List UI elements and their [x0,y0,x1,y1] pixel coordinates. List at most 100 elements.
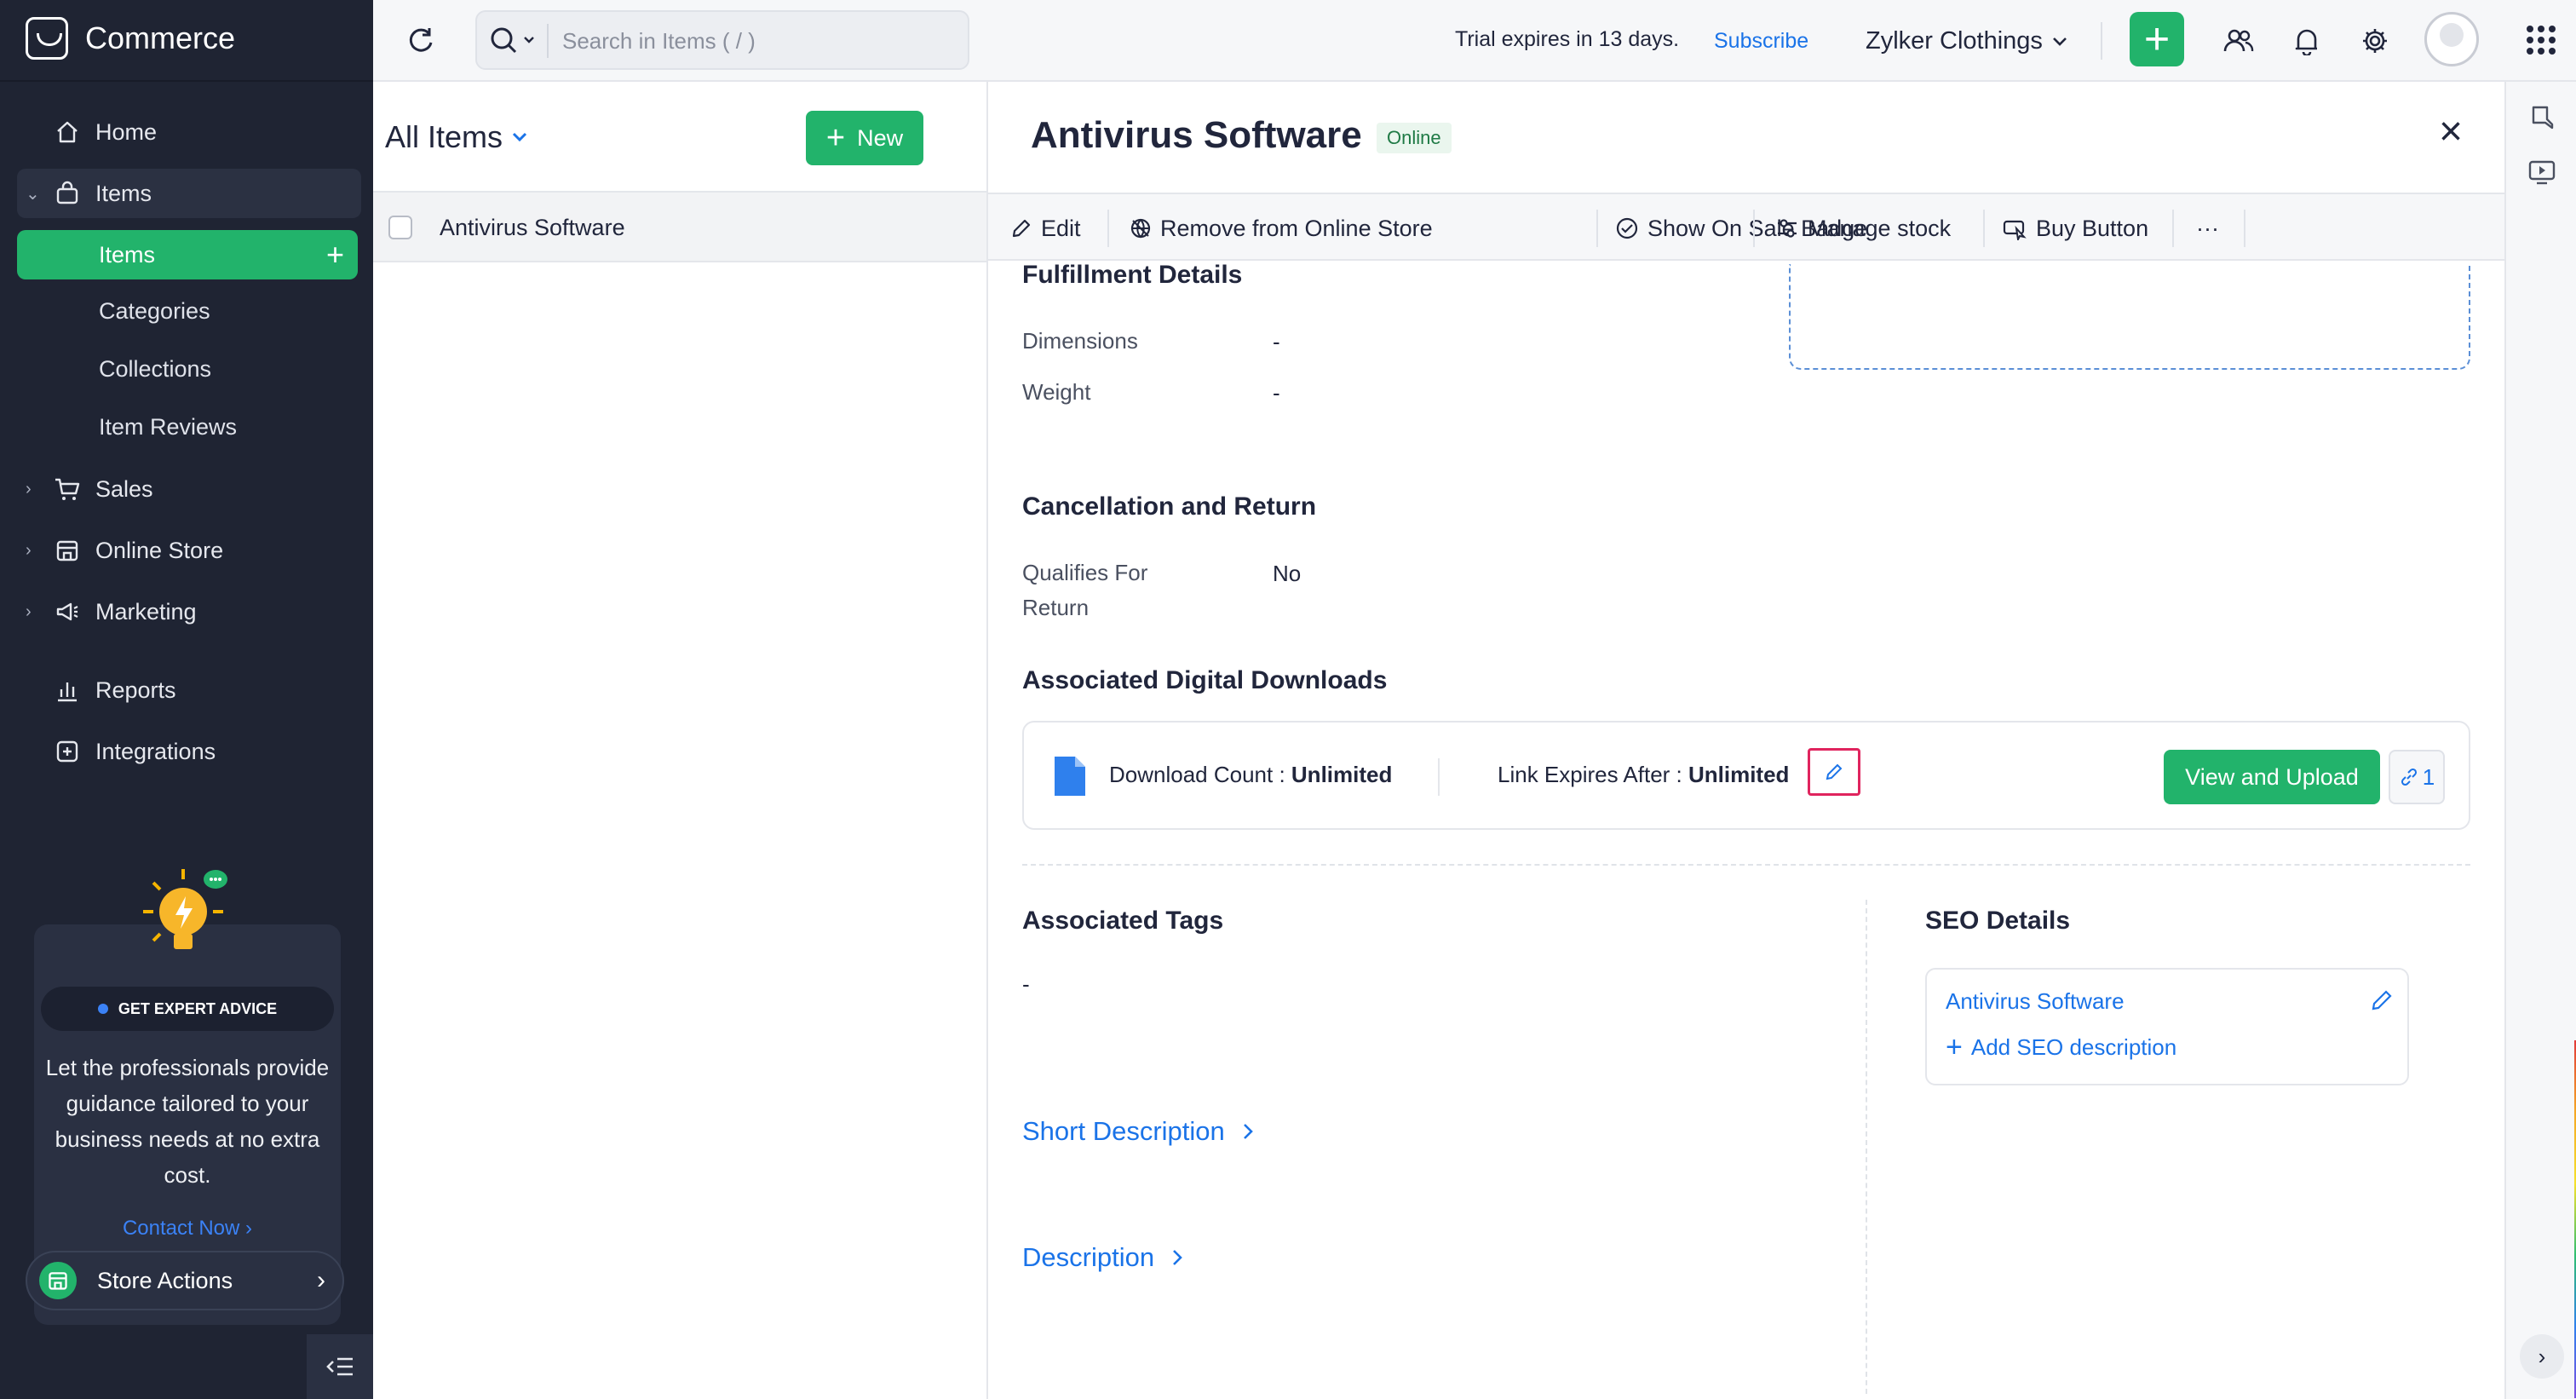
chevron-right-icon [1173,1250,1182,1265]
sidebar-item-label: Collections [99,355,212,382]
view-filter-dropdown[interactable]: All Items [385,119,528,155]
remove-from-online-store-button[interactable]: Remove from Online Store [1130,211,1433,245]
field-value-dimensions: - [1273,329,1280,354]
field-label-dimensions: Dimensions [1022,328,1138,354]
buy-button-button[interactable]: Buy Button [2002,211,2148,245]
sidebar-subitem-item-reviews[interactable]: Item Reviews [17,402,358,452]
items-list-pane: All Items + New Antivirus Software [373,82,988,1399]
integrations-icon [53,737,82,766]
divider [2244,210,2245,247]
pencil-icon [1012,219,1031,238]
add-item-plus-icon[interactable]: + [326,237,344,273]
add-seo-description-link[interactable]: + Add SEO description [1946,1033,2176,1062]
sidebar-item-label: Reports [95,676,176,703]
sidebar-item-sales[interactable]: › Sales [17,464,361,514]
brand[interactable]: Commerce [26,17,235,60]
store-actions-button[interactable]: Store Actions › [26,1251,344,1310]
home-icon [53,118,82,147]
manage-stock-button[interactable]: Manage stock [1775,211,1951,245]
divider [1866,900,1867,1394]
sidebar-subitem-items[interactable]: Items + [17,230,358,279]
add-seo-label: Add SEO description [1970,1033,2177,1060]
bag-icon [53,179,82,208]
bar-chart-icon [53,676,82,705]
collapse-sidebar-button[interactable] [307,1334,373,1399]
cursor-button-icon [2003,220,2027,240]
store-icon [39,1262,77,1299]
link-count-button[interactable]: 1 [2389,750,2445,804]
expert-advice-badge: GET EXPERT ADVICE [41,987,334,1031]
new-item-button[interactable]: + New [806,111,923,165]
sidebar-item-label: Categories [99,297,210,324]
subscribe-link[interactable]: Subscribe [1714,29,1808,54]
plus-icon: + [825,120,846,156]
feedback-icon[interactable] [2523,99,2561,136]
quick-create-button[interactable]: + [2130,12,2184,66]
seo-title-link[interactable]: Antivirus Software [1946,988,2125,1015]
link-count-value: 1 [2422,763,2435,790]
store-actions-label: Store Actions [97,1267,233,1293]
manage-stock-label: Manage stock [1808,215,1952,241]
sidebar-item-integrations[interactable]: Integrations [17,727,361,776]
sidebar-item-home[interactable]: Home [17,107,361,157]
sidebar-item-reports[interactable]: Reports [17,665,361,715]
sidebar-item-marketing[interactable]: › Marketing [17,587,361,636]
contact-now-link[interactable]: Contact Now › [34,1217,341,1241]
sidebar-item-items[interactable]: ⌄ Items [17,169,361,218]
link-icon [2401,768,2417,786]
sidebar: Commerce Home ⌄ Items Items + Categories… [0,0,373,1399]
divider [1753,210,1755,247]
sidebar-item-label: Items [99,241,156,268]
seo-card: Antivirus Software + Add SEO description [1925,968,2409,1085]
search-icon[interactable] [489,26,540,60]
table-row[interactable]: Antivirus Software [373,193,986,262]
sidebar-item-label: Marketing [95,598,197,625]
refresh-button[interactable] [404,24,438,58]
gear-icon[interactable] [2358,24,2392,58]
item-detail-pane: Antivirus Software Online × Edit Remove … [988,82,2504,1399]
right-rail: › [2504,82,2576,1399]
edit-download-settings-button[interactable] [1808,748,1860,796]
field-value-weight: - [1273,380,1280,406]
close-button[interactable]: × [2429,111,2472,153]
sidebar-item-label: Sales [95,475,153,502]
bell-icon[interactable] [2290,24,2324,58]
short-description-toggle[interactable]: Short Description [1022,1116,1254,1147]
users-icon[interactable] [2222,24,2256,58]
status-badge: Online [1377,123,1452,153]
image-upload-area[interactable] [1789,264,2470,370]
sidebar-item-online-store[interactable]: › Online Store [17,526,361,575]
avatar[interactable] [2424,12,2479,66]
link-expiry-label: Link Expires After : [1498,762,1688,787]
cart-icon [53,475,82,504]
section-title-cancellation: Cancellation and Return [1022,492,1317,521]
organization-switcher[interactable]: Zylker Clothings [1866,27,2068,55]
expand-rail-button[interactable]: › [2520,1334,2564,1379]
store-icon [53,536,82,565]
new-button-label: New [857,124,904,151]
sliders-icon [1778,219,1797,238]
remove-label: Remove from Online Store [1160,215,1433,241]
sidebar-subitem-categories[interactable]: Categories [17,286,358,336]
file-icon [1055,757,1085,796]
video-tutorial-icon[interactable] [2523,153,2561,191]
detail-toolbar: Edit Remove from Online Store Show On Sa… [988,193,2504,261]
chevron-right-icon: › [317,1266,325,1294]
description-toggle[interactable]: Description [1022,1242,1183,1273]
sidebar-item-label: Online Store [95,537,224,563]
organization-name: Zylker Clothings [1866,27,2043,55]
view-and-upload-button[interactable]: View and Upload [2164,750,2380,804]
edit-button[interactable]: Edit [1010,211,1081,245]
pencil-icon[interactable] [2368,987,2395,1014]
search-input[interactable] [562,20,954,61]
field-label-weight: Weight [1022,379,1091,405]
section-title-tags: Associated Tags [1022,907,1224,935]
divider [1438,758,1440,796]
sidebar-subitem-collections[interactable]: Collections [17,344,358,394]
divider [2101,22,2102,60]
divider [0,80,373,82]
app-launcher-icon[interactable] [2527,26,2556,55]
more-options-button[interactable]: ··· [2196,211,2219,245]
row-checkbox[interactable] [388,216,412,239]
description-label: Description [1022,1242,1155,1272]
